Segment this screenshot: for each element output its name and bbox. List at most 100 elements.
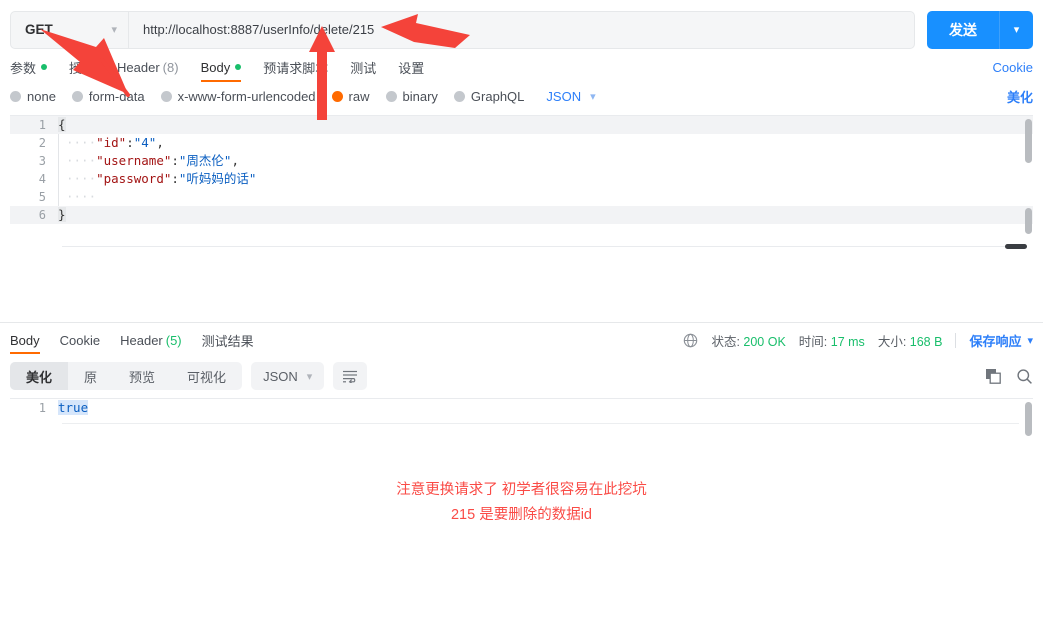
response-code-area: 1 true [10, 399, 1033, 417]
code-line: 5 ···· [10, 188, 1033, 206]
view-mode-raw[interactable]: 原 [68, 362, 113, 390]
code-tail: , [156, 135, 164, 150]
tab-label: 授权 [69, 60, 96, 76]
view-mode-preview[interactable]: 预览 [113, 362, 171, 390]
body-type-binary[interactable]: binary [385, 89, 438, 104]
tab-auth[interactable]: 授权 [69, 52, 95, 82]
save-response-label: 保存响应 [969, 333, 1022, 349]
body-type-graphql[interactable]: GraphQL [453, 89, 525, 104]
code-line: 1 { [10, 116, 1033, 134]
body-type-x-www-form-urlencoded[interactable]: x-www-form-urlencoded [160, 89, 316, 104]
code-line: 2 ····"id":"4", [10, 134, 1033, 152]
view-mode-beautify[interactable]: 美化 [10, 362, 69, 390]
chevron-down-icon: ▾ [1027, 334, 1033, 347]
tab-label: Body [10, 332, 40, 348]
tab-tests[interactable]: 测试 [350, 52, 376, 82]
code-line: 1 true [10, 399, 1033, 417]
radio-label: raw [348, 89, 370, 104]
cookie-link[interactable]: Cookie [993, 60, 1033, 75]
radio-icon [10, 91, 21, 102]
code-key: "password" [96, 171, 172, 186]
tab-settings[interactable]: 设置 [398, 52, 424, 82]
http-method-select[interactable]: GET ▾ [10, 10, 128, 49]
code-indent: ···· [66, 135, 97, 150]
line-number: 2 [38, 136, 46, 150]
radio-label: GraphQL [470, 89, 525, 104]
code-colon: : [171, 171, 179, 186]
line-number: 6 [38, 208, 46, 222]
copy-icon[interactable] [985, 368, 1002, 385]
tab-header[interactable]: Header (8) [117, 52, 179, 82]
code-line: 4 ····"password":"听妈妈的话" [10, 170, 1033, 188]
status-value: 200 OK [743, 334, 786, 349]
body-type-none[interactable]: none [10, 89, 56, 104]
beautify-link[interactable]: 美化 [1007, 87, 1033, 106]
tab-label: 预请求脚本 [263, 60, 329, 76]
tab-body[interactable]: Body [200, 52, 242, 82]
time-value: 17 ms [830, 334, 865, 349]
chevron-down-icon: ▾ [1013, 24, 1020, 36]
code-value: "听妈妈的话" [178, 171, 257, 186]
raw-format-select[interactable]: JSON ▾ [546, 89, 595, 104]
response-tab-header[interactable]: Header (5) [120, 323, 182, 357]
search-icon[interactable] [1016, 368, 1033, 385]
radio-icon [453, 91, 465, 102]
send-button[interactable]: 发送 [927, 10, 999, 49]
code-line: 3 ····"username":"周杰伦", [10, 152, 1033, 170]
tab-pre-request-script[interactable]: 预请求脚本 [263, 52, 328, 82]
size-value: 168 B [909, 334, 943, 349]
radio-label: form-data [88, 89, 145, 104]
size-label: 大小: [877, 334, 907, 349]
response-format-select[interactable]: JSON ▾ [251, 362, 325, 390]
tab-label: 参数 [10, 60, 37, 76]
radio-icon [385, 91, 397, 102]
tab-count: (5) [165, 332, 182, 348]
response-tabs: Body Cookie Header (5) 测试结果 状态: 200 OK 时… [0, 323, 1043, 357]
chevron-down-icon: ▾ [306, 370, 313, 383]
response-tab-cookie[interactable]: Cookie [60, 323, 100, 357]
chevron-down-icon: ▾ [111, 24, 117, 36]
url-input[interactable]: http://localhost:8887/userInfo/delete/21… [128, 10, 915, 49]
view-mode-visualize[interactable]: 可视化 [171, 362, 242, 390]
response-tab-body[interactable]: Body [10, 323, 40, 357]
status-row: 状态: 200 OK [711, 331, 785, 350]
scrollbar-thumb[interactable] [1005, 244, 1027, 249]
send-button-group: 发送 ▾ [927, 10, 1033, 49]
editor-horizontal-scrollbar[interactable] [62, 244, 1027, 249]
time-row: 时间: 17 ms [799, 331, 865, 350]
request-code-area: 1 { 2 ····"id":"4", 3 ····"username":"周杰… [10, 116, 1033, 224]
editor-vertical-scrollbar[interactable] [1025, 119, 1032, 163]
editor-vertical-scrollbar-secondary[interactable] [1025, 208, 1032, 234]
line-number: 1 [38, 118, 46, 132]
response-body-viewer[interactable]: 1 true [10, 398, 1033, 608]
response-value: true [58, 400, 89, 415]
response-vertical-scrollbar[interactable] [1025, 402, 1032, 436]
word-wrap-toggle[interactable] [333, 362, 368, 390]
code-value: "周杰伦" [178, 153, 232, 168]
send-options-button[interactable]: ▾ [999, 10, 1033, 49]
line-number: 4 [38, 172, 46, 186]
response-status-group: 状态: 200 OK 时间: 17 ms 大小: 168 B 保存响应 ▾ [683, 331, 1033, 350]
save-response-button[interactable]: 保存响应 ▾ [969, 331, 1033, 350]
raw-format-value: JSON [546, 89, 582, 104]
body-type-raw[interactable]: raw [331, 89, 370, 104]
radio-label: none [27, 89, 56, 104]
tab-params[interactable]: 参数 [10, 52, 48, 82]
tab-label: Header [120, 332, 163, 348]
code-line: 6 } [10, 206, 1033, 224]
divider [955, 332, 957, 348]
radio-icon [71, 91, 83, 102]
tab-label: Header [117, 59, 160, 75]
chevron-down-icon: ▾ [590, 91, 596, 103]
radio-icon [160, 91, 172, 102]
response-toolbar-actions [985, 368, 1033, 385]
body-type-row: none form-data x-www-form-urlencoded raw… [0, 82, 1043, 111]
tab-label: 测试结果 [201, 333, 254, 349]
request-body-editor[interactable]: 1 { 2 ····"id":"4", 3 ····"username":"周杰… [10, 115, 1033, 288]
response-tab-test-results[interactable]: 测试结果 [202, 323, 254, 357]
code-colon: : [171, 153, 179, 168]
line-number: 5 [38, 190, 46, 204]
status-dot [41, 64, 48, 70]
body-type-form-data[interactable]: form-data [71, 89, 145, 104]
word-wrap-icon [343, 370, 358, 383]
